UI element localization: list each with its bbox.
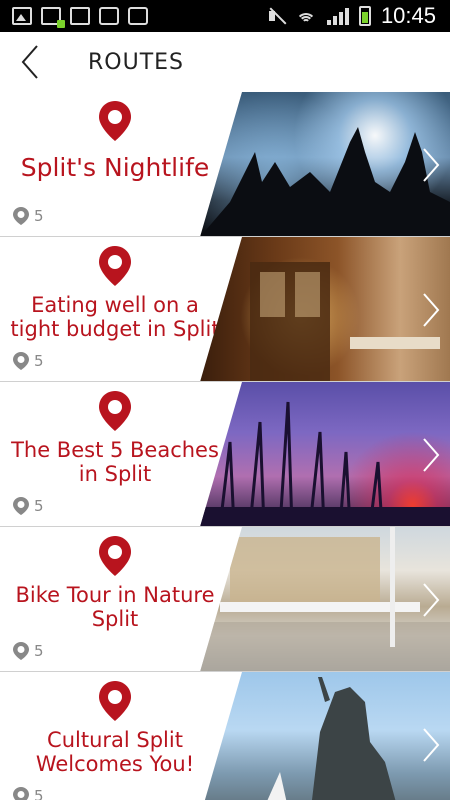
- notification-icons: [0, 0, 148, 32]
- map-pin-icon: [99, 246, 131, 286]
- route-title: Split's Nightlife: [20, 153, 210, 182]
- location-icon: [13, 207, 29, 225]
- route-item[interactable]: Split's Nightlife 5: [0, 92, 450, 237]
- system-icons: 10:45: [267, 0, 436, 32]
- back-button[interactable]: [0, 32, 60, 92]
- route-title: The Best 5 Beaches in Split: [11, 438, 219, 486]
- route-photo-restaurant: [200, 237, 450, 381]
- status-bar: 10:45: [0, 0, 450, 32]
- chevron-right-icon: [423, 582, 440, 617]
- download-icon: [41, 7, 65, 28]
- chevron-right-icon: [423, 437, 440, 472]
- location-icon: [13, 642, 29, 660]
- clock: 10:45: [380, 3, 436, 28]
- route-stop-count: 5: [12, 496, 44, 516]
- route-stop-count: 5: [12, 786, 44, 800]
- stop-count-value: 5: [34, 642, 44, 660]
- file-icon: [70, 7, 90, 25]
- chevron-right-icon: [423, 292, 440, 327]
- route-stop-count: 5: [12, 206, 44, 226]
- location-icon: [13, 352, 29, 370]
- map-pin-icon: [99, 101, 131, 141]
- stop-count-value: 5: [34, 207, 44, 225]
- route-stop-count: 5: [12, 351, 44, 371]
- page-title: ROUTES: [88, 49, 185, 75]
- app-header: ROUTES: [0, 32, 450, 92]
- route-stop-count: 5: [12, 641, 44, 661]
- statue-silhouette: [260, 677, 400, 800]
- route-item[interactable]: Eating well on a tight budget in Split 5: [0, 237, 450, 382]
- chevron-left-icon: [21, 45, 38, 79]
- wifi-icon: [295, 7, 317, 25]
- cabinet-shape: [250, 262, 440, 381]
- bag-icon: [128, 7, 148, 25]
- route-title: Bike Tour in Nature Split: [15, 583, 215, 631]
- route-photo-promenade: [200, 527, 450, 671]
- route-list: Split's Nightlife 5 Eating well on a tig…: [0, 92, 450, 800]
- route-title: Cultural Split Welcomes You!: [35, 728, 195, 776]
- route-photo-beach: [200, 382, 450, 526]
- route-title: Eating well on a tight budget in Split: [10, 293, 220, 341]
- bag-icon: [99, 7, 119, 25]
- location-icon: [13, 497, 29, 515]
- stop-count-value: 5: [34, 787, 44, 800]
- route-photo-statue: [200, 672, 450, 800]
- chevron-right-icon: [423, 147, 440, 182]
- route-item[interactable]: Cultural Split Welcomes You! 5: [0, 672, 450, 800]
- map-pin-icon: [99, 536, 131, 576]
- mute-icon: [267, 7, 285, 25]
- promenade-shape: [200, 527, 450, 671]
- route-info: Cultural Split Welcomes You!: [0, 672, 230, 800]
- route-item[interactable]: The Best 5 Beaches in Split 5: [0, 382, 450, 527]
- stop-count-value: 5: [34, 352, 44, 370]
- grass-silhouette: [200, 401, 450, 526]
- signal-icon: [326, 7, 349, 25]
- crowd-silhouette: [200, 127, 450, 236]
- chevron-right-icon: [423, 727, 440, 762]
- image-icon: [12, 7, 32, 25]
- route-item[interactable]: Bike Tour in Nature Split 5: [0, 527, 450, 672]
- route-photo-concert: [200, 92, 450, 236]
- location-icon: [13, 787, 29, 800]
- battery-icon: [358, 6, 371, 26]
- map-pin-icon: [99, 391, 131, 431]
- stop-count-value: 5: [34, 497, 44, 515]
- map-pin-icon: [99, 681, 131, 721]
